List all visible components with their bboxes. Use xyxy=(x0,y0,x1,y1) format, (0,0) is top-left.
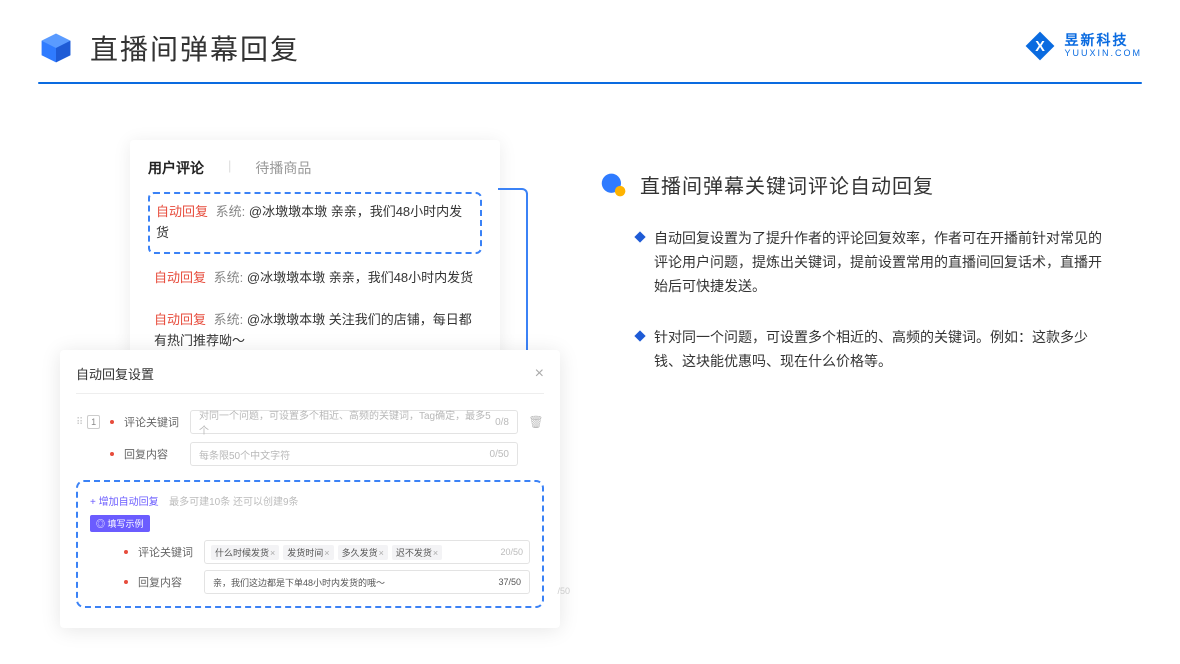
delete-icon[interactable]: 🗑 xyxy=(528,415,544,429)
diamond-icon xyxy=(634,331,645,342)
section-heading: 直播间弹幕关键词评论自动回复 xyxy=(600,170,1140,199)
example-keyword-input[interactable]: 什么时候发货× 发货时间× 多久发货× 迟不发货× 20/50 xyxy=(204,540,530,564)
reply-input[interactable]: 每条限50个中文字符 0/50 xyxy=(190,442,518,466)
keyword-tag: 迟不发货× xyxy=(392,545,442,560)
label-keyword: 评论关键词 xyxy=(124,414,180,430)
system-label: 系统: xyxy=(214,270,244,285)
page-header: 直播间弹幕回复 xyxy=(0,0,1180,68)
tab-pending-goods[interactable]: 待播商品 xyxy=(255,158,311,178)
required-dot xyxy=(110,452,114,456)
keyword-tag: 多久发货× xyxy=(338,545,388,560)
bubble-icon xyxy=(600,171,628,199)
auto-reply-badge: 自动回复 xyxy=(154,270,206,285)
required-dot xyxy=(110,420,114,424)
section-title: 直播间弹幕关键词评论自动回复 xyxy=(640,170,934,199)
auto-reply-badge: 自动回复 xyxy=(156,204,208,219)
example-reply-row: 回复内容 亲，我们这边都是下单48小时内发货的哦～ 37/50 xyxy=(90,570,530,594)
keyword-tag: 什么时候发货× xyxy=(211,545,279,560)
tag-remove-icon[interactable]: × xyxy=(270,548,275,558)
right-content: 直播间弹幕关键词评论自动回复 自动回复设置为了提升作者的评论回复效率，作者可在开… xyxy=(600,170,1140,402)
example-keyword-row: 评论关键词 什么时候发货× 发货时间× 多久发货× 迟不发货× 20/50 xyxy=(90,540,530,564)
system-label: 系统: xyxy=(216,204,246,219)
keyword-placeholder: 对同一个问题，可设置多个相近、高频的关键词，Tag确定，最多5个 xyxy=(199,407,495,437)
label-reply: 回复内容 xyxy=(124,446,180,462)
add-hint: 最多可建10条 还可以创建9条 xyxy=(169,497,298,508)
example-section: + 增加自动回复 最多可建10条 还可以创建9条 ◎ 填写示例 评论关键词 什么… xyxy=(76,480,544,608)
close-icon[interactable]: × xyxy=(535,365,544,383)
keyword-counter: 0/8 xyxy=(495,417,509,428)
reply-counter: 0/50 xyxy=(490,449,509,460)
example-reply-counter: 37/50 xyxy=(498,577,521,587)
example-kw-counter: 20/50 xyxy=(500,547,523,557)
bullet-item: 针对同一个问题，可设置多个相近的、高频的关键词。例如：这款多少钱、这块能优惠吗、… xyxy=(600,326,1140,374)
label-keyword: 评论关键词 xyxy=(138,544,194,560)
brand-name-en: YUUXIN.COM xyxy=(1064,49,1142,59)
brand-icon: X xyxy=(1024,30,1056,62)
required-dot xyxy=(124,580,128,584)
tag-remove-icon[interactable]: × xyxy=(433,548,438,558)
brand-logo: X 昱新科技 YUUXIN.COM xyxy=(1024,30,1142,62)
keyword-tag: 发货时间× xyxy=(283,545,333,560)
comment-row-highlighted: 自动回复 系统: @冰墩墩本墩 亲亲，我们48小时内发货 xyxy=(148,192,482,254)
tag-remove-icon[interactable]: × xyxy=(324,548,329,558)
header-divider xyxy=(38,82,1142,84)
comments-tabs: 用户评论 | 待播商品 xyxy=(148,158,482,178)
rule-index: 1 xyxy=(87,415,100,429)
dialog-title: 自动回复设置 xyxy=(76,364,154,383)
outer-counter: /50 xyxy=(557,586,570,596)
tab-separator: | xyxy=(228,158,231,178)
auto-reply-badge: 自动回复 xyxy=(154,312,206,327)
auto-reply-settings-dialog: 自动回复设置 × ⠿ 1 评论关键词 对同一个问题，可设置多个相近、高频的关键词… xyxy=(60,350,560,628)
cube-icon xyxy=(38,30,74,66)
comment-row: 自动回复 系统: @冰墩墩本墩 亲亲，我们48小时内发货 xyxy=(148,260,482,297)
diamond-icon xyxy=(634,231,645,242)
add-auto-reply-link[interactable]: + 增加自动回复 xyxy=(90,493,159,508)
example-reply-input[interactable]: 亲，我们这边都是下单48小时内发货的哦～ 37/50 xyxy=(204,570,530,594)
svg-text:X: X xyxy=(1036,39,1046,55)
keyword-row: ⠿ 1 评论关键词 对同一个问题，可设置多个相近、高频的关键词，Tag确定，最多… xyxy=(76,410,544,434)
comment-text: @冰墩墩本墩 亲亲，我们48小时内发货 xyxy=(247,270,473,285)
tab-user-comments[interactable]: 用户评论 xyxy=(148,158,204,178)
reply-row: 回复内容 每条限50个中文字符 0/50 🗑 xyxy=(76,442,544,466)
brand-name-cn: 昱新科技 xyxy=(1064,33,1142,48)
bullet-text: 自动回复设置为了提升作者的评论回复效率，作者可在开播前针对常见的评论用户问题，提… xyxy=(654,227,1114,298)
drag-handle-icon[interactable]: ⠿ xyxy=(76,417,83,428)
required-dot xyxy=(124,550,128,554)
label-reply: 回复内容 xyxy=(138,574,194,590)
bullet-item: 自动回复设置为了提升作者的评论回复效率，作者可在开播前针对常见的评论用户问题，提… xyxy=(600,227,1140,298)
example-reply-text: 亲，我们这边都是下单48小时内发货的哦～ xyxy=(213,576,385,589)
keyword-input[interactable]: 对同一个问题，可设置多个相近、高频的关键词，Tag确定，最多5个 0/8 xyxy=(190,410,518,434)
system-label: 系统: xyxy=(214,312,244,327)
example-badge: ◎ 填写示例 xyxy=(90,515,150,532)
tag-remove-icon[interactable]: × xyxy=(379,548,384,558)
page-title: 直播间弹幕回复 xyxy=(90,28,300,68)
bullet-text: 针对同一个问题，可设置多个相近的、高频的关键词。例如：这款多少钱、这块能优惠吗、… xyxy=(654,326,1114,374)
reply-placeholder: 每条限50个中文字符 xyxy=(199,447,290,462)
